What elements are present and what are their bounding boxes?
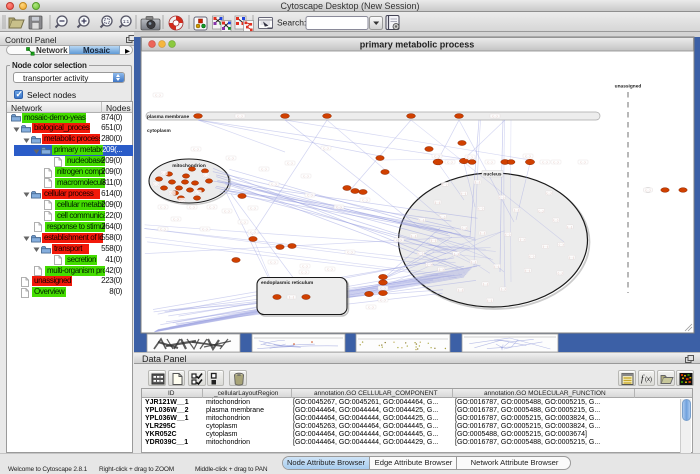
svg-text:(···): (···) (448, 160, 453, 164)
svg-text:(···): (···) (225, 209, 230, 213)
svg-text:(···): (···) (271, 260, 276, 264)
svg-text:(···): (···) (190, 205, 195, 209)
svg-text:(···): (···) (468, 155, 473, 159)
svg-text:(···): (···) (539, 209, 544, 213)
svg-text:(···): (···) (229, 156, 234, 160)
svg-text:(···): (···) (488, 160, 493, 164)
svg-text:(···): (···) (302, 270, 307, 274)
svg-text:(···): (···) (514, 208, 519, 212)
svg-text:(···): (···) (440, 215, 445, 219)
svg-text:(···): (···) (494, 264, 499, 268)
svg-text:(···): (···) (272, 182, 277, 186)
svg-text:(···): (···) (501, 287, 506, 291)
svg-text:(···): (···) (493, 114, 498, 118)
svg-text:(···): (···) (161, 205, 166, 209)
svg-text:(···): (···) (156, 93, 161, 97)
svg-text:(···): (···) (210, 205, 215, 209)
svg-text:(···): (···) (411, 234, 416, 238)
svg-text:(···): (···) (170, 191, 175, 195)
svg-text:(···): (···) (581, 160, 586, 164)
svg-text:(···): (···) (435, 200, 440, 204)
svg-text:(···): (···) (543, 160, 548, 164)
svg-text:(···): (···) (369, 305, 374, 309)
svg-text:(···): (···) (303, 264, 308, 268)
svg-text:(···): (···) (520, 238, 525, 242)
svg-text:(···): (···) (462, 226, 467, 230)
svg-text:(···): (···) (251, 206, 256, 210)
svg-text:(···): (···) (418, 252, 423, 256)
svg-text:(···): (···) (526, 154, 531, 158)
svg-text:endoplasmic reticulum: endoplasmic reticulum (261, 280, 313, 286)
svg-text:(···): (···) (478, 207, 483, 211)
svg-text:(···): (···) (646, 188, 651, 192)
svg-text:(···): (···) (558, 271, 563, 275)
svg-text:(···): (···) (525, 269, 530, 273)
svg-text:(···): (···) (348, 250, 353, 254)
svg-text:(···): (···) (554, 160, 559, 164)
svg-text:(···): (···) (289, 295, 294, 299)
svg-text:(···): (···) (241, 220, 246, 224)
svg-text:(···): (···) (505, 233, 510, 237)
svg-text:nucleus: nucleus (483, 172, 501, 178)
svg-text:(···): (···) (529, 255, 534, 259)
svg-text:(···): (···) (328, 267, 333, 271)
svg-text:(···): (···) (547, 191, 552, 195)
svg-text:(···): (···) (397, 238, 402, 242)
svg-text:(···): (···) (324, 146, 329, 150)
svg-text:(···): (···) (308, 193, 313, 197)
svg-text:(···): (···) (194, 147, 199, 151)
svg-text:(···): (···) (480, 231, 485, 235)
svg-text:(···): (···) (174, 217, 179, 221)
svg-text:(···): (···) (553, 218, 558, 222)
svg-text:(···): (···) (454, 252, 459, 256)
svg-text:primary metabolic process: primary metabolic process (360, 40, 475, 50)
svg-text:(···): (···) (288, 161, 293, 165)
svg-text:(···): (···) (203, 227, 208, 231)
svg-text:(···): (···) (304, 174, 309, 178)
svg-text:Search:: Search: (277, 18, 306, 28)
svg-text:(···): (···) (475, 180, 480, 184)
svg-text:(···): (···) (161, 227, 166, 231)
svg-text:plasma membrane: plasma membrane (147, 114, 189, 120)
svg-text:(···): (···) (238, 114, 243, 118)
svg-text:(···): (···) (543, 245, 548, 249)
svg-text:(···): (···) (483, 282, 488, 286)
svg-text:(···): (···) (337, 205, 342, 209)
svg-text:(···): (···) (431, 239, 436, 243)
svg-text:(···): (···) (262, 167, 267, 171)
svg-text:(···): (···) (567, 225, 572, 229)
svg-text:(···): (···) (471, 260, 476, 264)
svg-text:(···): (···) (435, 154, 440, 158)
svg-text:mitochondrion: mitochondrion (172, 163, 206, 169)
svg-text:(···): (···) (487, 298, 492, 302)
svg-text:(···): (···) (251, 230, 256, 234)
svg-text:(···): (···) (569, 255, 574, 259)
svg-text:(···): (···) (419, 218, 424, 222)
svg-text:(···): (···) (381, 286, 386, 290)
svg-text:(···): (···) (427, 263, 432, 267)
svg-text:(···): (···) (499, 195, 504, 199)
svg-text:(···): (···) (204, 173, 209, 177)
svg-text:(···): (···) (196, 190, 201, 194)
svg-text:(···): (···) (180, 198, 185, 202)
svg-text:(···): (···) (162, 171, 167, 175)
svg-text:(···): (···) (363, 198, 368, 202)
svg-text:(x): (x) (645, 377, 652, 383)
svg-text:cytoplasm: cytoplasm (147, 128, 171, 134)
svg-text:(···): (···) (461, 192, 466, 196)
svg-text:(···): (···) (458, 288, 463, 292)
svg-text:(···): (···) (381, 298, 386, 302)
svg-text:(···): (···) (442, 183, 447, 187)
svg-text:(···): (···) (559, 243, 564, 247)
svg-text:unassigned: unassigned (615, 84, 642, 90)
svg-text:(···): (···) (154, 182, 159, 186)
svg-text:(···): (···) (439, 267, 444, 271)
